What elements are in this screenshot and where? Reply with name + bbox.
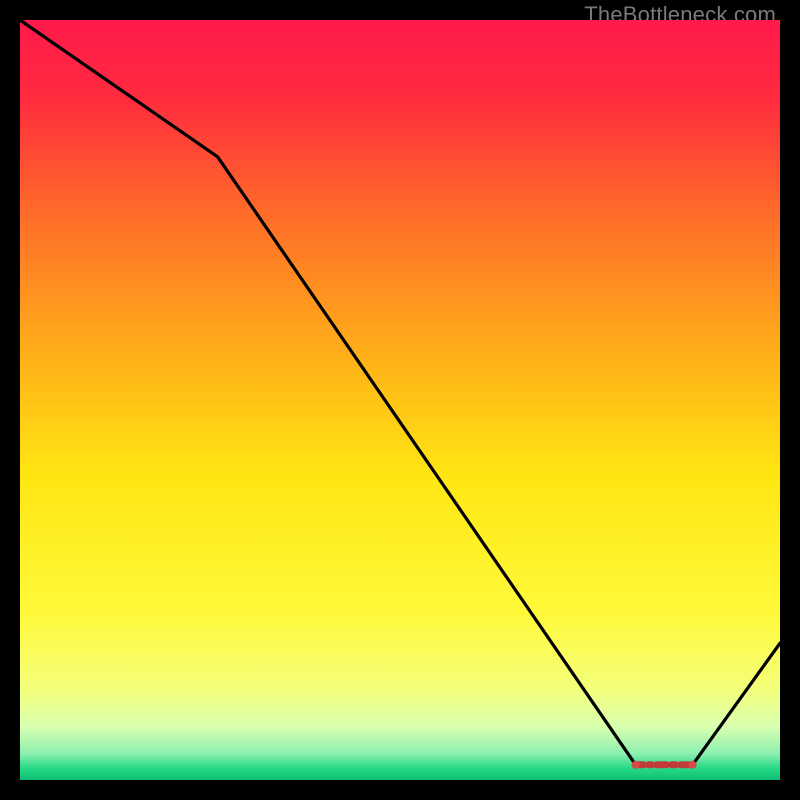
bottleneck-chart: [20, 20, 780, 780]
chart-frame: [20, 20, 780, 780]
flat-segment: [632, 761, 697, 769]
flat-end-marker: [689, 761, 697, 769]
flat-start-marker: [632, 761, 640, 769]
chart-background: [20, 20, 780, 780]
